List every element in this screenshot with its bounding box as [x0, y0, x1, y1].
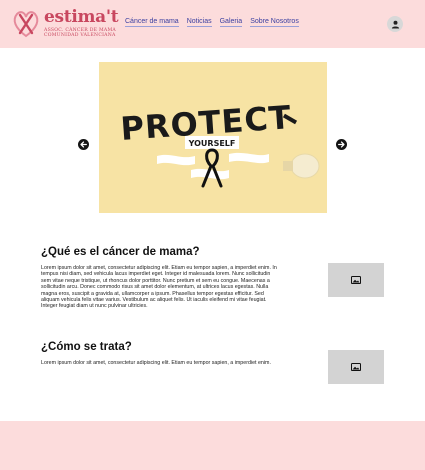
brand-subtitle-line2: COMUNIDAD VALENCIANA: [44, 33, 116, 39]
image-icon: [351, 276, 361, 284]
arrow-left-icon: [80, 141, 87, 148]
section-treatment: ¿Cómo se trata? Lorem ipsum dolor sit am…: [41, 340, 281, 366]
brand-name: estima't: [44, 7, 119, 27]
nav-link-noticias[interactable]: Noticias: [186, 18, 212, 27]
ribbon-heart-logo[interactable]: [11, 9, 41, 39]
carousel-prev-button[interactable]: [78, 139, 89, 150]
section-what-is: ¿Qué es el cáncer de mama? Lorem ipsum d…: [41, 245, 281, 310]
image-placeholder: [328, 350, 384, 384]
section-body: Lorem ipsum dolor sit amet, consectetur …: [41, 360, 271, 366]
brand[interactable]: estima't ASSOC. CÀNCER DE MAMA COMUNIDAD…: [44, 7, 119, 39]
nav-link-galeria[interactable]: Galeria: [219, 18, 243, 27]
section-title: ¿Cómo se trata?: [41, 341, 132, 353]
site-footer: [0, 421, 425, 470]
nav-link-cancer-de-mama[interactable]: Cáncer de mama: [125, 18, 179, 27]
section-body: Lorem ipsum dolor sit amet, consectetur …: [41, 265, 277, 310]
carousel-slide: PROTECT YOURSELF: [99, 62, 327, 213]
image-icon: [351, 363, 361, 371]
nav-link-sobre-nosotros[interactable]: Sobre Nosotros: [250, 18, 299, 27]
arrow-right-icon: [338, 141, 345, 148]
site-header: estima't ASSOC. CÀNCER DE MAMA COMUNIDAD…: [0, 0, 425, 48]
carousel-next-button[interactable]: [336, 139, 347, 150]
protect-yourself-illustration: PROTECT YOURSELF: [99, 62, 327, 213]
slide-subtitle: YOURSELF: [188, 139, 236, 148]
profile-button[interactable]: [387, 16, 403, 32]
person-icon: [391, 20, 399, 29]
main-nav: Cáncer de mama Noticias Galeria Sobre No…: [125, 18, 299, 27]
image-placeholder: [328, 263, 384, 297]
image-carousel: PROTECT YOURSELF: [0, 58, 425, 218]
section-title: ¿Qué es el cáncer de mama?: [41, 246, 200, 258]
